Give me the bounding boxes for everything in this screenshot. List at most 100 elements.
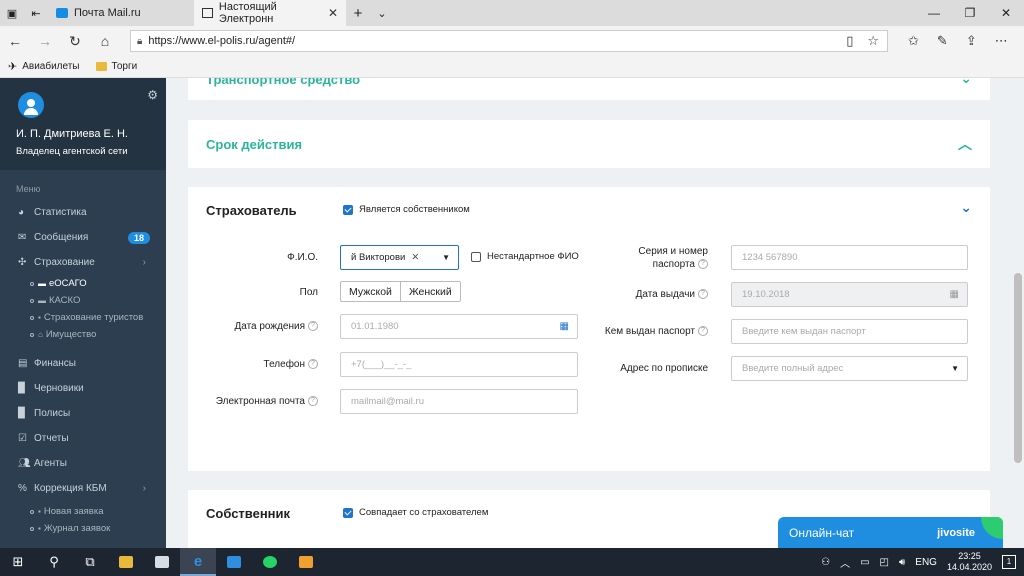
fio-select[interactable]: й Викторови ✕ ▼: [340, 245, 459, 270]
sidebar-subitem-tourists[interactable]: ▪ Страхование туристов: [0, 309, 166, 326]
close-tab-icon[interactable]: ✕: [328, 6, 338, 20]
window-controls: — ❐ ✕: [916, 0, 1024, 26]
reading-view-icon[interactable]: ▯: [846, 33, 853, 49]
language-indicator[interactable]: ENG: [915, 557, 937, 568]
scrollbar-thumb[interactable]: [1014, 273, 1022, 463]
minimize-icon[interactable]: —: [916, 0, 952, 26]
calendar-icon[interactable]: ▦: [560, 321, 569, 332]
sidebar-item-label: Страхование: [34, 257, 95, 268]
vehicle-card[interactable]: Транспортное средство ⌄: [188, 78, 990, 100]
share-icon[interactable]: ⇪: [966, 33, 977, 49]
sidebar-subitem-eosago[interactable]: ▬ еОСАГО: [0, 275, 166, 292]
favorites-icon[interactable]: ✩: [908, 33, 919, 49]
sidebar-item-reports[interactable]: ☑ Отчеты: [0, 426, 166, 451]
suitcase-icon: ▪: [38, 313, 41, 322]
bullet-icon: [30, 281, 34, 286]
sidebar-item-finance[interactable]: ▤ Финансы: [0, 351, 166, 376]
pie-chart-icon: ◕: [18, 207, 25, 218]
chevron-up-icon[interactable]: ︿: [958, 134, 972, 154]
edge-icon[interactable]: e: [180, 548, 216, 576]
sidebar-item-statistics[interactable]: ◕ Статистика: [0, 200, 166, 225]
file-explorer-icon[interactable]: [108, 548, 144, 576]
sidebar: ⚙ И. П. Дмитриева Е. Н. Владелец агентск…: [0, 78, 166, 548]
tab-manager-icon[interactable]: ▣: [0, 0, 24, 26]
gender-male-button[interactable]: Мужской: [341, 282, 400, 301]
avatar[interactable]: [18, 92, 44, 118]
task-view-icon[interactable]: ⧉: [72, 548, 108, 576]
birth-date-input[interactable]: 01.01.1980 ▦: [340, 314, 578, 339]
sidebar-item-policies[interactable]: ▉ Полисы: [0, 401, 166, 426]
nonstandard-fio-checkbox[interactable]: Нестандартное ФИО: [471, 251, 579, 262]
address-bar[interactable]: 🔒︎ https://www.el-polis.ru/agent#/ ▯ ☆: [130, 30, 888, 52]
issued-by-input[interactable]: Введите кем выдан паспорт: [731, 319, 968, 344]
chevron-down-icon[interactable]: ⌄: [960, 199, 972, 216]
tray-chevron-up-icon[interactable]: ︿: [840, 555, 850, 570]
sidebar-item-agents[interactable]: 👥︎ Агенты: [0, 451, 166, 476]
network-icon[interactable]: ◰: [880, 557, 889, 568]
chevron-down-icon[interactable]: ⌄: [960, 78, 972, 87]
passport-input[interactable]: 1234 567890: [731, 245, 968, 270]
refresh-icon[interactable]: ↻: [60, 33, 90, 50]
online-chat-widget[interactable]: Онлайн-чат jivosite: [778, 517, 1003, 548]
favorite-tenders[interactable]: Торги: [95, 61, 137, 72]
new-tab-icon[interactable]: +: [346, 0, 370, 26]
tab-el-polis[interactable]: Настоящий Электронн ✕: [194, 0, 346, 26]
set-aside-tabs-icon[interactable]: ⇤: [24, 0, 48, 26]
plane-icon: ✈: [8, 61, 18, 73]
help-icon[interactable]: ?: [308, 396, 318, 407]
sidebar-item-insurance[interactable]: ✣ Страхование ›: [0, 250, 166, 275]
email-input[interactable]: mailmail@mail.ru: [340, 389, 578, 414]
sidebar-subitem-property[interactable]: ⌂ Имущество: [0, 326, 166, 343]
phone-input[interactable]: +7(___)__-_-_: [340, 352, 578, 377]
sidebar-item-label: Отчеты: [34, 433, 69, 444]
profile-block: ⚙ И. П. Дмитриева Е. Н. Владелец агентск…: [0, 78, 166, 170]
issue-date-input[interactable]: 19.10.2018 ▦: [731, 282, 968, 307]
help-icon[interactable]: ?: [698, 326, 708, 337]
is-owner-checkbox[interactable]: Является собственником: [343, 204, 470, 215]
home-icon[interactable]: ⌂: [90, 33, 120, 49]
help-icon[interactable]: ?: [308, 359, 318, 370]
notifications-icon[interactable]: 1: [1002, 555, 1016, 569]
sidebar-item-label: Полисы: [34, 408, 71, 419]
more-icon[interactable]: ⋯: [995, 33, 1008, 49]
favorite-star-icon[interactable]: ☆: [867, 33, 879, 49]
document-app-icon[interactable]: [288, 548, 324, 576]
whatsapp-icon[interactable]: [252, 548, 288, 576]
people-icon[interactable]: ⚇: [821, 557, 830, 568]
mail-app-icon[interactable]: [216, 548, 252, 576]
volume-icon[interactable]: 🔊︎: [899, 557, 905, 568]
document-icon: ▉: [18, 408, 26, 419]
store-icon[interactable]: [144, 548, 180, 576]
clear-icon[interactable]: ✕: [411, 252, 419, 263]
favorite-flights[interactable]: ✈ Авиабилеты: [8, 60, 80, 73]
sidebar-item-kbm[interactable]: % Коррекция КБМ ›: [0, 476, 166, 501]
sidebar-item-drafts[interactable]: ▉ Черновики: [0, 376, 166, 401]
help-icon[interactable]: ?: [698, 289, 708, 300]
calendar-icon[interactable]: ▦: [950, 289, 959, 300]
help-icon[interactable]: ?: [698, 259, 708, 270]
sidebar-subitem-request-log[interactable]: ▪ Журнал заявок: [0, 520, 166, 537]
tab-list-chevron-icon[interactable]: ⌄: [370, 0, 394, 26]
sidebar-item-messages[interactable]: ✉ Сообщения 18: [0, 225, 166, 250]
search-icon[interactable]: ⚲: [36, 548, 72, 576]
sidebar-subitem-new-request[interactable]: ▪ Новая заявка: [0, 503, 166, 520]
restore-icon[interactable]: ❐: [952, 0, 988, 26]
close-window-icon[interactable]: ✕: [988, 0, 1024, 26]
notes-icon[interactable]: ✎: [937, 33, 948, 49]
battery-icon[interactable]: ▭: [860, 557, 869, 568]
same-as-holder-checkbox[interactable]: Совпадает со страхователем: [343, 507, 488, 518]
help-icon[interactable]: ?: [308, 321, 318, 332]
gear-icon[interactable]: ⚙: [147, 88, 158, 102]
tab-mail[interactable]: Почта Mail.ru: [48, 0, 194, 26]
windows-start-icon[interactable]: ⊞: [0, 548, 36, 576]
forward-icon[interactable]: →: [30, 33, 60, 49]
page-scrollbar[interactable]: [1012, 78, 1024, 548]
back-icon[interactable]: ←: [0, 33, 30, 49]
validity-card[interactable]: Срок действия ︿: [188, 120, 990, 168]
address-select[interactable]: Введите полный адрес ▼: [731, 356, 968, 381]
gender-female-button[interactable]: Женский: [399, 282, 460, 301]
house-icon: ⌂: [38, 330, 43, 339]
clock[interactable]: 23:25 14.04.2020: [947, 551, 992, 573]
sidebar-subitem-kasko[interactable]: ▬ КАСКО: [0, 292, 166, 309]
birth-date-placeholder: 01.01.1980: [351, 321, 399, 332]
